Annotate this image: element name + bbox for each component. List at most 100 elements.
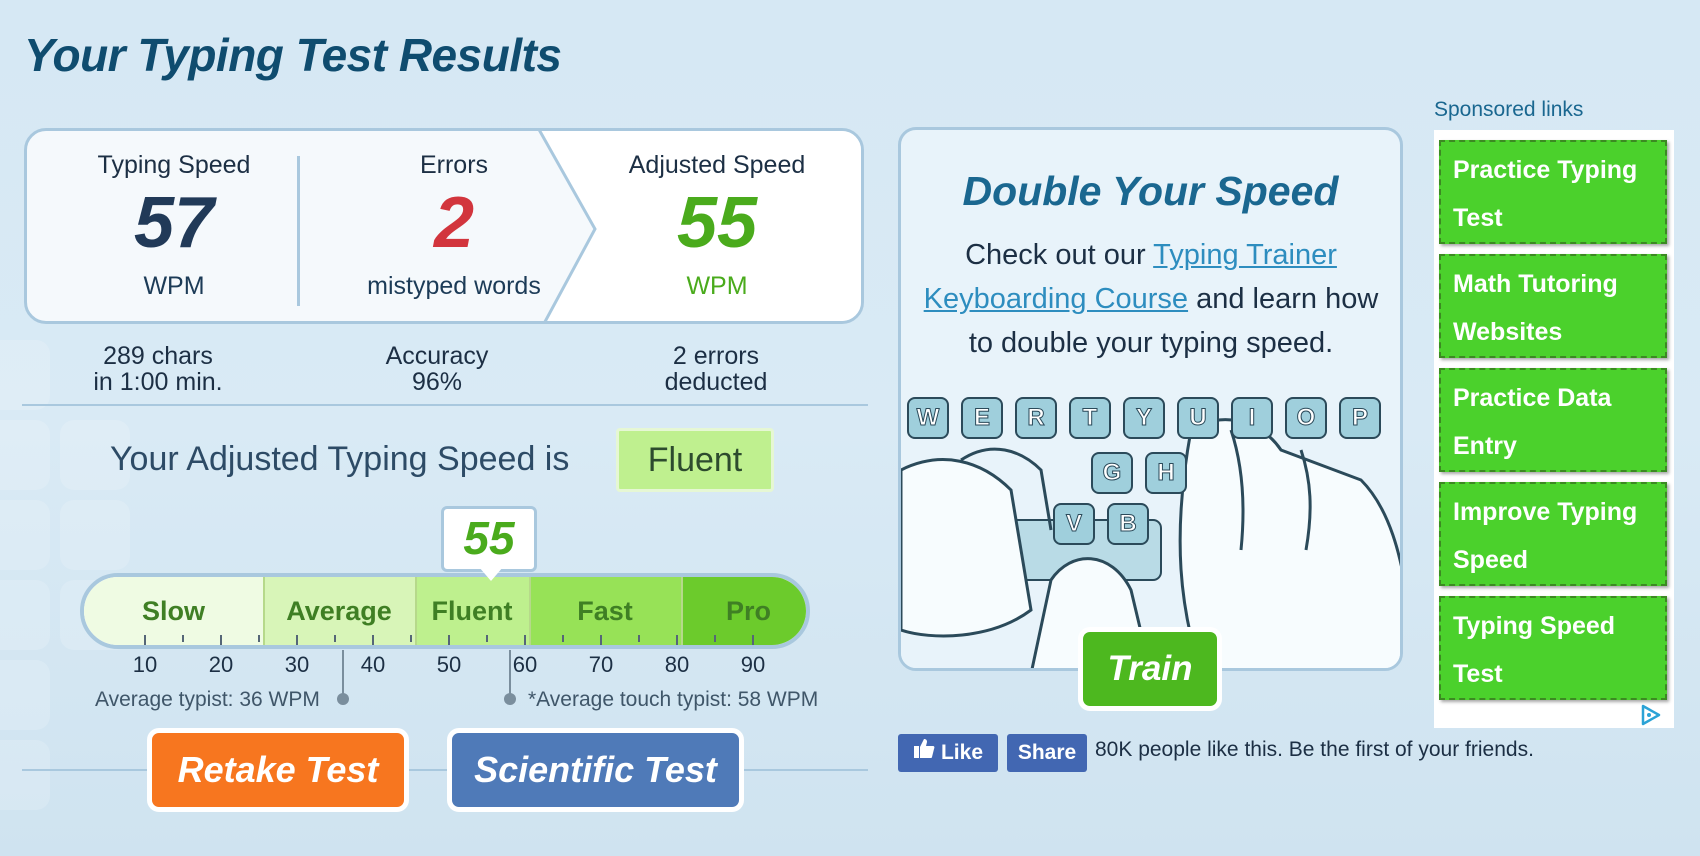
ad-link-practice-data-entry[interactable]: Practice Data Entry [1439,368,1667,472]
keyboard-key: G [1091,452,1133,494]
keyboard-key: O [1285,397,1327,439]
errors-stat: Errors 2 mistyped words [319,131,589,301]
facebook-like-count: 80K people like this. Be the first of yo… [1095,738,1534,761]
retake-test-button[interactable]: Retake Test [147,728,409,812]
ad-link-line: Practice Data [1453,384,1612,412]
scale-tick [676,635,678,645]
deducted-line1: 2 errors [672,342,760,370]
scale-divider [415,577,417,645]
scale-label-fast: Fast [577,596,633,626]
speed-level-sentence: Your Adjusted Typing Speed is [110,440,570,478]
scale-segment-slow: Slow [84,577,263,645]
typing-speed-value: 57 [133,183,215,263]
thumbs-up-icon [913,734,935,772]
deducted-line2: deducted [664,368,768,396]
scale-divider [681,577,683,645]
scale-segment-pro: Pro [681,577,806,645]
scale-tick [144,635,146,645]
errors-unit: mistyped words [367,272,541,300]
scale-tick [220,635,222,645]
scale-minor-tick [334,635,336,642]
keyboard-key: U [1177,397,1219,439]
scale-label-pro: Pro [725,596,771,626]
scale-tick [372,635,374,645]
scale-divider [263,577,265,645]
accuracy-stat: Accuracy 96% [307,343,567,395]
scale-tick [448,635,450,645]
keyboard-key: B [1107,503,1149,545]
facebook-share-button[interactable]: Share [1007,734,1087,772]
scale-label-fluent: Fluent [431,596,513,626]
keyboard-key: R [1015,397,1057,439]
scale-tick-label: 90 [740,652,766,677]
scale-segment-average: Average [263,577,415,645]
adjusted-speed-value: 55 [676,183,758,263]
errors-value: 2 [433,183,475,263]
touch-typist-label: *Average touch typist: 58 WPM [528,688,819,711]
touch-typist-marker-dot [503,693,516,705]
facebook-like-button[interactable]: Like [898,734,998,772]
ad-link-line: Websites [1453,318,1563,346]
train-button[interactable]: Train [1078,627,1222,711]
scientific-test-button[interactable]: Scientific Test [447,728,744,812]
ad-link-practice-typing-test[interactable]: Practice Typing Test [1439,140,1667,244]
average-typist-marker-dot [336,693,349,705]
promo-card: Double Your Speed Check out our Typing T… [898,127,1403,671]
scale-divider [529,577,531,645]
score-bubble: 55 [441,506,537,572]
scale-segment-fast: Fast [529,577,681,645]
scale-tick-label: 20 [208,652,234,677]
promo-text-pre: Check out our [965,239,1154,271]
scale-label-slow: Slow [141,596,205,626]
typing-trainer-link[interactable]: Typing Trainer [1153,239,1337,271]
chars-stat: 289 chars in 1:00 min. [28,343,288,395]
page-title: Your Typing Test Results [24,29,562,81]
scale-minor-tick [562,635,564,642]
keyboard-key: E [961,397,1003,439]
deducted-stat: 2 errors deducted [586,343,846,395]
scale-tick-label: 50 [436,652,462,677]
scale-minor-tick [258,635,260,642]
accuracy-value: 96% [411,368,463,396]
results-card: Typing Speed 57 WPM Errors 2 mistyped wo… [24,128,864,324]
scale-tick-label: 40 [360,652,386,677]
sponsored-links-box: Practice Typing Test Math Tutoring Website… [1434,130,1674,728]
speed-scale-bar: Slow Average Fluent Fast Pro [80,573,810,649]
scale-minor-tick [182,635,184,642]
scale-minor-tick [714,635,716,642]
speed-level-badge: Fluent [616,428,774,492]
average-typist-marker-line [341,650,344,698]
keyboard-key: I [1231,397,1273,439]
ad-link-line: Improve Typing [1453,498,1638,526]
typing-speed-unit: WPM [143,272,205,300]
errors-label: Errors [419,151,489,179]
ad-link-line: Test [1453,204,1503,232]
ad-link-improve-typing-speed[interactable]: Improve Typing Speed [1439,482,1667,586]
ad-link-line: Math Tutoring [1453,270,1618,298]
time-line: in 1:00 min. [93,368,223,396]
scale-tick [524,635,526,645]
ad-link-typing-speed-test[interactable]: Typing Speed Test [1439,596,1667,700]
adjusted-speed-label: Adjusted Speed [628,151,806,179]
keyboarding-course-link[interactable]: Keyboarding Course [924,283,1188,315]
scale-segment-fluent: Fluent [415,577,529,645]
keyboard-key: V [1053,503,1095,545]
scale-tick-label: 70 [588,652,614,677]
ad-link-line: Entry [1453,432,1517,460]
ad-link-math-tutoring-websites[interactable]: Math Tutoring Websites [1439,254,1667,358]
adchoices-icon[interactable] [1639,703,1663,727]
score-pointer [479,567,503,581]
keyboard-key: T [1069,397,1111,439]
scale-minor-tick [486,635,488,642]
ad-link-line: Practice Typing [1453,156,1638,184]
scale-tick-label: 80 [664,652,690,677]
promo-title: Double Your Speed [962,168,1339,214]
ad-link-line: Test [1453,660,1503,688]
scale-tick [296,635,298,645]
average-typist-label: Average typist: 36 WPM [95,688,320,711]
keyboard-key: P [1339,397,1381,439]
scale-tick-label: 60 [512,652,538,677]
typing-speed-label: Typing Speed [97,151,251,179]
scale-label-average: Average [286,596,392,626]
scale-minor-tick [410,635,412,642]
